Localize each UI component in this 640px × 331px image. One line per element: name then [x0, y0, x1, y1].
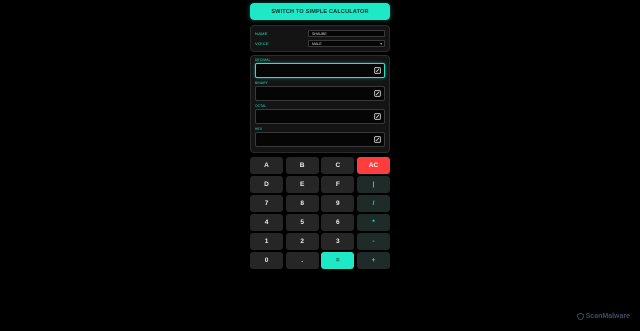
copy-icon[interactable]	[374, 67, 381, 74]
equals-button[interactable]: =	[321, 252, 355, 269]
key-e[interactable]: E	[285, 176, 319, 193]
hex-block: HEX	[255, 127, 385, 150]
copy-icon[interactable]	[374, 113, 381, 120]
watermark: ScanMalware	[576, 313, 630, 320]
name-label: NAME	[255, 31, 268, 36]
key-pipe[interactable]: |	[356, 176, 390, 193]
key-7[interactable]: 7	[250, 195, 283, 212]
add-button[interactable]: +	[356, 252, 390, 269]
number-base-panel: DECIMAL BINARY OCTAL HEX	[250, 55, 390, 153]
binary-input[interactable]	[255, 86, 385, 101]
settings-panel: NAME SHAUBE VOICE MALE ▾	[250, 25, 390, 52]
switch-to-simple-calculator-button[interactable]: SWITCH TO SIMPLE CALCULATOR	[250, 3, 390, 20]
copy-icon[interactable]	[374, 136, 381, 143]
all-clear-button[interactable]: AC	[356, 157, 390, 174]
decimal-input[interactable]	[255, 63, 385, 78]
octal-block: OCTAL	[255, 104, 385, 127]
copy-icon[interactable]	[374, 90, 381, 97]
calculator: SWITCH TO SIMPLE CALCULATOR NAME SHAUBE …	[250, 3, 390, 269]
key-a[interactable]: A	[250, 157, 283, 174]
key-f[interactable]: F	[321, 176, 355, 193]
voice-label: VOICE	[255, 41, 269, 46]
key-4[interactable]: 4	[250, 214, 283, 231]
key-d[interactable]: D	[250, 176, 283, 193]
key-1[interactable]: 1	[250, 233, 283, 250]
keypad: A B C AC D E F | 7 8 9/ 4 5 6 * 1 2 3- 0. = +	[250, 157, 390, 269]
octal-input[interactable]	[255, 109, 385, 124]
name-value: SHAUBE	[312, 31, 327, 36]
divide-button[interactable]: /	[356, 195, 390, 212]
name-row: NAME SHAUBE	[255, 29, 385, 38]
voice-select[interactable]: MALE ▾	[308, 40, 385, 47]
key-8[interactable]: 8	[285, 195, 319, 212]
subtract-button[interactable]: -	[356, 233, 390, 250]
key-0[interactable]: 0	[250, 252, 283, 269]
voice-value: MALE	[312, 41, 322, 46]
key-3[interactable]: 3	[321, 233, 355, 250]
voice-row: VOICE MALE ▾	[255, 39, 385, 48]
shield-icon	[576, 313, 584, 320]
key-b[interactable]: B	[285, 157, 319, 174]
watermark-text: ScanMalware	[585, 313, 630, 320]
decimal-point-button[interactable]: .	[285, 252, 319, 269]
name-input[interactable]: SHAUBE	[308, 30, 385, 37]
key-2[interactable]: 2	[285, 233, 319, 250]
key-6[interactable]: 6	[321, 214, 355, 231]
key-c[interactable]: C	[321, 157, 355, 174]
key-9[interactable]: 9	[321, 195, 355, 212]
chevron-down-icon: ▾	[380, 41, 382, 46]
binary-block: BINARY	[255, 81, 385, 104]
key-5[interactable]: 5	[285, 214, 319, 231]
decimal-block: DECIMAL	[255, 58, 385, 81]
hex-input[interactable]	[255, 132, 385, 147]
multiply-button[interactable]: *	[356, 214, 390, 231]
